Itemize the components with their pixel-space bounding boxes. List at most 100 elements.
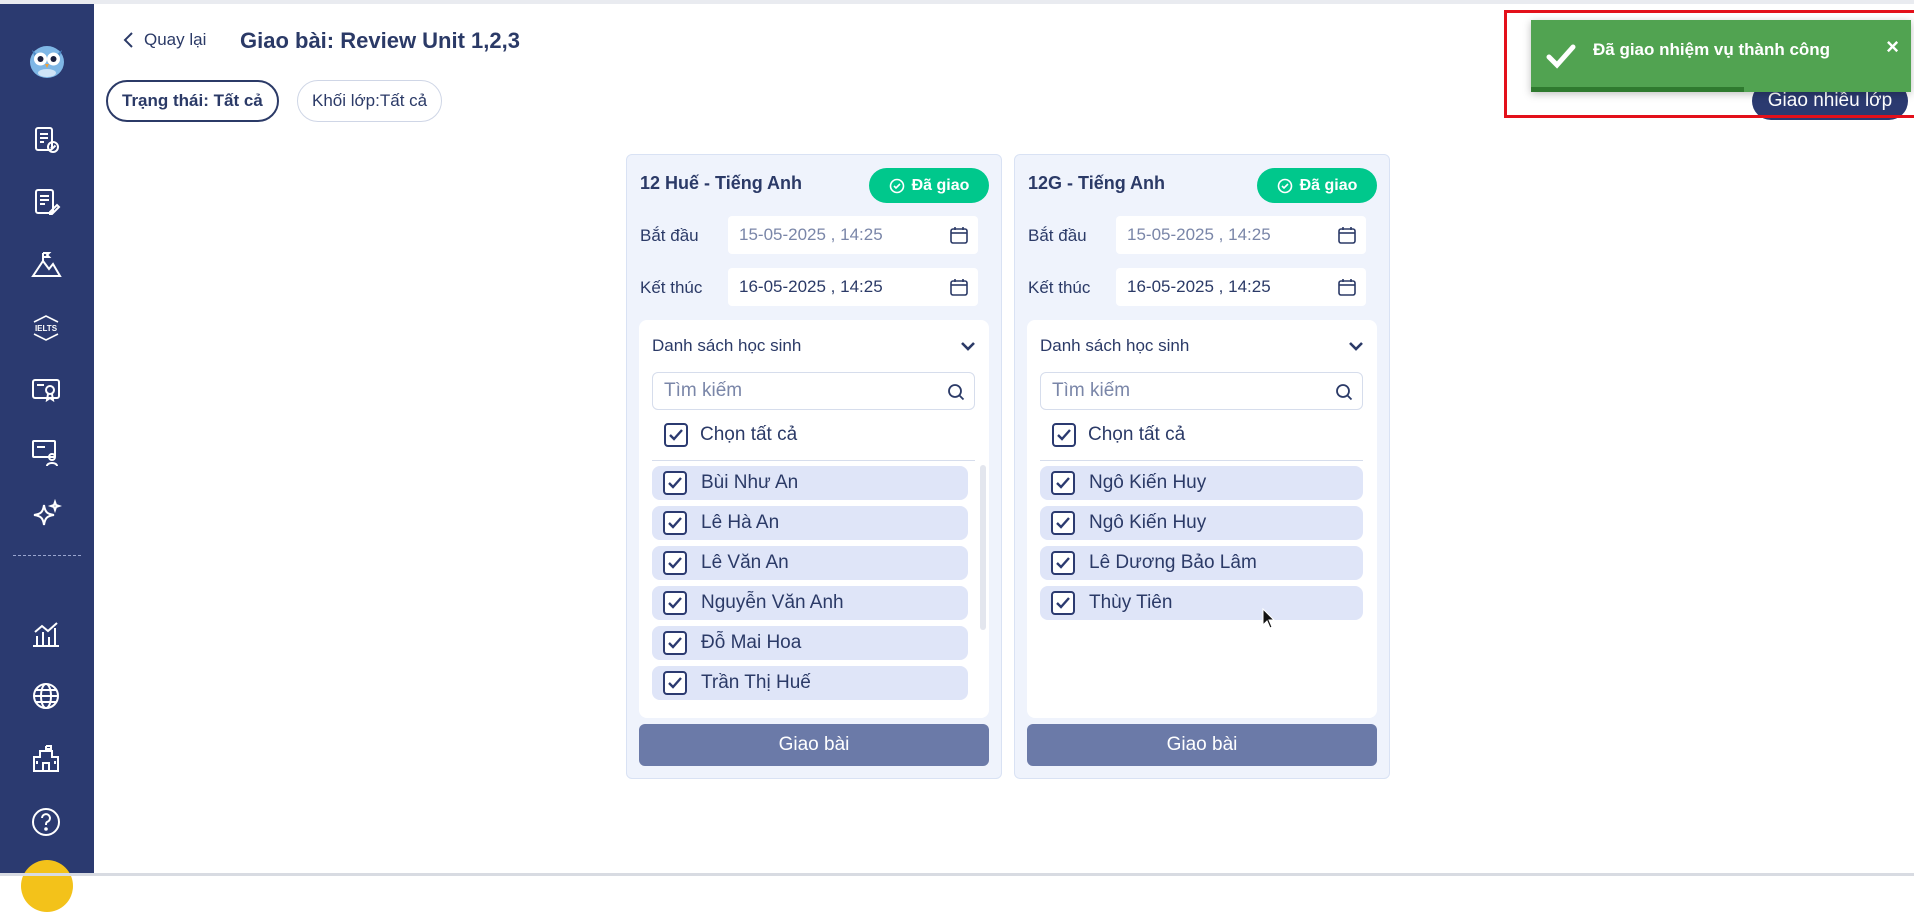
select-all-checkbox[interactable]: Chọn tất cả [1052, 423, 1185, 447]
start-date-field[interactable]: 15-05-2025 , 14:25 [1116, 216, 1366, 254]
list-separator [1040, 460, 1363, 461]
checkbox-checked-icon [1051, 551, 1075, 575]
chevron-down-icon[interactable] [959, 339, 977, 353]
avatar[interactable] [21, 860, 73, 912]
calendar-icon[interactable] [1337, 225, 1357, 245]
end-label: Kết thúc [640, 278, 702, 298]
list-item[interactable]: Trần Thị Huế [652, 666, 968, 700]
student-list-panel: Danh sách học sinh Tìm kiếm Chọn tất cả … [639, 320, 989, 718]
mountain-flag-icon[interactable] [29, 248, 63, 282]
list-item[interactable]: Thùy Tiên [1040, 586, 1363, 620]
checkbox-checked-icon [663, 551, 687, 575]
class-card-12hue: 12 Huế - Tiếng Anh Đã giao Bắt đầu 15-05… [626, 154, 1002, 779]
start-date-value: 15-05-2025 , 14:25 [1127, 225, 1271, 245]
help-icon[interactable] [29, 805, 63, 839]
scrollbar-thumb[interactable] [980, 465, 986, 630]
start-date-field[interactable]: 15-05-2025 , 14:25 [728, 216, 978, 254]
chevron-down-icon[interactable] [1347, 339, 1365, 353]
class-title: 12G - Tiếng Anh [1028, 173, 1165, 194]
list-item[interactable]: Bùi Như An [652, 466, 968, 500]
list-item[interactable]: Đỗ Mai Hoa [652, 626, 968, 660]
certificate-icon[interactable] [29, 373, 63, 407]
list-item[interactable]: Ngô Kiến Huy [1040, 506, 1363, 540]
calendar-icon[interactable] [949, 225, 969, 245]
search-icon [946, 382, 966, 402]
student-list: Bùi Như An Lê Hà An Lê Văn An Nguyễn Văn… [652, 466, 968, 706]
select-all-label: Chọn tất cả [700, 424, 797, 446]
calendar-icon[interactable] [1337, 277, 1357, 297]
student-list-panel: Danh sách học sinh Tìm kiếm Chọn tất cả … [1027, 320, 1377, 718]
student-list: Ngô Kiến Huy Ngô Kiến Huy Lê Dương Bảo L… [1040, 466, 1356, 626]
student-name: Lê Hà An [701, 512, 779, 534]
owl-logo[interactable] [27, 40, 67, 80]
checkbox-checked-icon [663, 591, 687, 615]
page-title: Giao bài: Review Unit 1,2,3 [240, 28, 520, 54]
select-all-checkbox[interactable]: Chọn tất cả [664, 423, 797, 447]
checkbox-checked-icon [663, 671, 687, 695]
select-all-label: Chọn tất cả [1088, 424, 1185, 446]
globe-icon[interactable] [29, 679, 63, 713]
status-filter-chip[interactable]: Trạng thái: Tất cả [106, 80, 279, 122]
back-link[interactable]: Quay lại [122, 30, 206, 50]
checkbox-checked-icon [663, 471, 687, 495]
start-date-value: 15-05-2025 , 14:25 [739, 225, 883, 245]
sidebar: IELTS [0, 4, 94, 876]
assign-button[interactable]: Giao bài [1027, 724, 1377, 766]
end-label: Kết thúc [1028, 278, 1090, 298]
top-border [0, 0, 1914, 4]
presenter-icon[interactable] [29, 436, 63, 470]
success-toast: Đã giao nhiệm vụ thành công × [1531, 20, 1911, 92]
checkbox-checked-icon [1051, 511, 1075, 535]
assigned-badge: Đã giao [1257, 168, 1377, 203]
start-label: Bắt đầu [640, 226, 699, 246]
end-date-field[interactable]: 16-05-2025 , 14:25 [1116, 268, 1366, 306]
student-name: Ngô Kiến Huy [1089, 472, 1206, 494]
sparkle-icon[interactable] [29, 498, 63, 532]
student-name: Lê Dương Bảo Lâm [1089, 552, 1257, 574]
checkbox-checked-icon [1051, 471, 1075, 495]
student-search-input[interactable]: Tìm kiếm [652, 372, 975, 410]
sidebar-divider [13, 555, 81, 556]
student-name: Lê Văn An [701, 552, 789, 574]
assignment-check-icon[interactable] [29, 123, 63, 157]
document-edit-icon[interactable] [29, 185, 63, 219]
check-icon [1545, 42, 1577, 70]
search-icon [1334, 382, 1354, 402]
class-card-12g: 12G - Tiếng Anh Đã giao Bắt đầu 15-05-20… [1014, 154, 1390, 779]
assign-button[interactable]: Giao bài [639, 724, 989, 766]
school-building-icon[interactable] [29, 742, 63, 776]
ielts-icon[interactable]: IELTS [29, 311, 63, 345]
student-list-title: Danh sách học sinh [1040, 336, 1189, 356]
check-circle-icon [1277, 178, 1293, 194]
end-date-value: 16-05-2025 , 14:25 [739, 277, 883, 297]
student-name: Đỗ Mai Hoa [701, 632, 801, 654]
student-name: Ngô Kiến Huy [1089, 512, 1206, 534]
student-name: Thùy Tiên [1089, 592, 1172, 614]
checkbox-checked-icon [663, 631, 687, 655]
checkbox-checked-icon [663, 511, 687, 535]
toast-progress-bar [1531, 87, 1744, 92]
list-item[interactable]: Lê Dương Bảo Lâm [1040, 546, 1363, 580]
check-circle-icon [889, 178, 905, 194]
list-item[interactable]: Ngô Kiến Huy [1040, 466, 1363, 500]
list-item[interactable]: Lê Hà An [652, 506, 968, 540]
grade-filter-chip[interactable]: Khối lớp:Tất cả [297, 80, 442, 122]
student-name: Bùi Như An [701, 472, 798, 494]
calendar-icon[interactable] [949, 277, 969, 297]
checkbox-checked-icon [1052, 423, 1076, 447]
search-placeholder: Tìm kiếm [1052, 380, 1130, 402]
class-title: 12 Huế - Tiếng Anh [640, 173, 802, 194]
list-separator [652, 460, 975, 461]
toast-close-button[interactable]: × [1886, 36, 1899, 58]
badge-label: Đã giao [1300, 177, 1358, 195]
end-date-field[interactable]: 16-05-2025 , 14:25 [728, 268, 978, 306]
student-name: Nguyễn Văn Anh [701, 592, 844, 614]
student-search-input[interactable]: Tìm kiếm [1040, 372, 1363, 410]
checkbox-checked-icon [1051, 591, 1075, 615]
analytics-icon[interactable] [29, 617, 63, 651]
list-item[interactable]: Lê Văn An [652, 546, 968, 580]
student-name: Trần Thị Huế [701, 672, 811, 694]
start-label: Bắt đầu [1028, 226, 1087, 246]
mouse-cursor-icon [1262, 608, 1276, 630]
list-item[interactable]: Nguyễn Văn Anh [652, 586, 968, 620]
